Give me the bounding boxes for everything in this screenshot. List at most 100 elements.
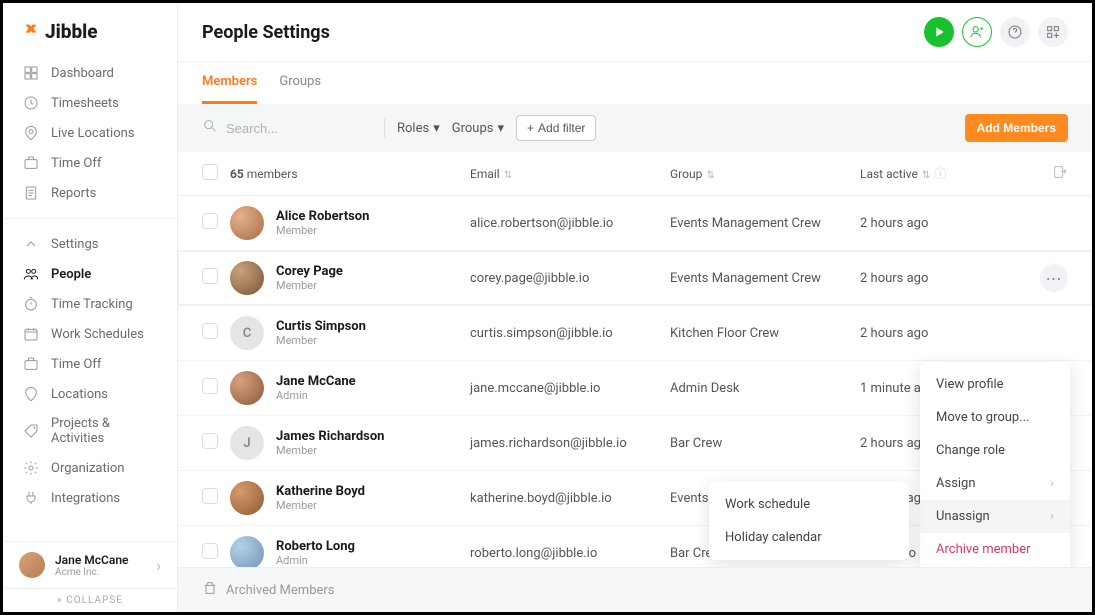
sidebar-item-time-tracking[interactable]: Time Tracking xyxy=(3,289,177,319)
groups-filter[interactable]: Groups ▾ xyxy=(452,121,504,136)
email-column-header[interactable]: Email⇅ xyxy=(470,167,670,181)
tab-groups[interactable]: Groups xyxy=(279,62,321,104)
member-email: curtis.simpson@jibble.io xyxy=(470,326,670,341)
sort-icon: ⇅ xyxy=(504,170,512,181)
roles-filter[interactable]: Roles ▾ xyxy=(397,121,440,136)
sidebar-item-live-locations[interactable]: Live Locations xyxy=(3,118,177,148)
search-box[interactable] xyxy=(202,118,372,138)
row-checkbox[interactable] xyxy=(202,378,218,394)
select-all-checkbox[interactable] xyxy=(202,164,218,180)
member-email: jane.mccane@jibble.io xyxy=(470,381,670,396)
member-email: corey.page@jibble.io xyxy=(470,271,670,286)
submenu-work-schedule[interactable]: Work schedule xyxy=(709,488,909,521)
member-group: Events Management Crew xyxy=(670,216,860,231)
row-more-button[interactable]: ⋯ xyxy=(1040,264,1068,292)
tabs: Members Groups xyxy=(178,61,1092,104)
nav-label: Live Locations xyxy=(51,126,135,141)
page-title: People Settings xyxy=(202,22,916,43)
add-user-button[interactable] xyxy=(962,17,992,47)
briefcase-icon xyxy=(23,356,39,372)
main-content: People Settings Members Groups xyxy=(178,3,1092,612)
chevron-right-icon: › xyxy=(1050,509,1054,524)
member-role: Admin xyxy=(276,554,355,567)
add-members-button[interactable]: Add Members xyxy=(965,114,1068,142)
sidebar-item-organization[interactable]: Organization xyxy=(3,453,177,483)
avatar xyxy=(230,371,264,405)
sidebar-item-locations[interactable]: Locations xyxy=(3,379,177,409)
sidebar-item-time-off[interactable]: Time Off xyxy=(3,148,177,178)
chevron-right-icon: › xyxy=(1050,476,1054,491)
row-checkbox[interactable] xyxy=(202,268,218,284)
nav: Dashboard Timesheets Live Locations Time… xyxy=(3,54,177,541)
brand-name: Jibble xyxy=(45,20,98,43)
row-checkbox[interactable] xyxy=(202,213,218,229)
last-active-column-header[interactable]: Last active⇅ⓘ xyxy=(860,165,1024,182)
pin-icon xyxy=(23,386,39,402)
member-group: Kitchen Floor Crew xyxy=(670,326,860,341)
logo[interactable]: Jibble xyxy=(3,3,177,54)
sidebar-item-time-off-settings[interactable]: Time Off xyxy=(3,349,177,379)
nav-label: Time Off xyxy=(51,156,101,171)
apps-button[interactable] xyxy=(1038,17,1068,47)
group-column-header[interactable]: Group⇅ xyxy=(670,167,860,181)
nav-label: Dashboard xyxy=(51,66,114,81)
archived-label: Archived Members xyxy=(226,583,335,598)
collapse-sidebar-button[interactable]: « COLLAPSE xyxy=(3,588,177,612)
sidebar-item-integrations[interactable]: Integrations xyxy=(3,483,177,513)
help-button[interactable] xyxy=(1000,17,1030,47)
info-icon[interactable]: ⓘ xyxy=(934,167,946,181)
collapse-label: COLLAPSE xyxy=(66,595,123,606)
stopwatch-icon xyxy=(23,296,39,312)
table-row[interactable]: Alice RobertsonMemberalice.robertson@jib… xyxy=(178,196,1092,251)
unassign-submenu: Work schedule Holiday calendar xyxy=(709,482,909,560)
sidebar-item-people[interactable]: People xyxy=(3,259,177,289)
menu-change-role[interactable]: Change role xyxy=(920,434,1070,467)
sidebar-item-dashboard[interactable]: Dashboard xyxy=(3,58,177,88)
member-role: Member xyxy=(276,334,366,347)
table-row[interactable]: CCurtis SimpsonMembercurtis.simpson@jibb… xyxy=(178,306,1092,361)
sidebar-item-work-schedules[interactable]: Work Schedules xyxy=(3,319,177,349)
row-checkbox[interactable] xyxy=(202,488,218,504)
caret-down-icon: ▾ xyxy=(433,121,440,136)
sidebar-item-projects-activities[interactable]: Projects & Activities xyxy=(3,409,177,453)
avatar xyxy=(230,261,264,295)
menu-move-to-group[interactable]: Move to group... xyxy=(920,401,1070,434)
nav-label: Work Schedules xyxy=(51,327,144,342)
menu-archive-member[interactable]: Archive member xyxy=(920,533,1070,566)
archived-members-section[interactable]: Archived Members xyxy=(178,567,1092,612)
submenu-holiday-calendar[interactable]: Holiday calendar xyxy=(709,521,909,554)
tab-members[interactable]: Members xyxy=(202,62,257,104)
search-input[interactable] xyxy=(226,121,372,136)
menu-view-profile[interactable]: View profile xyxy=(920,368,1070,401)
menu-unassign[interactable]: Unassign› xyxy=(920,500,1070,533)
collapse-icon: « xyxy=(57,595,63,606)
sidebar-item-settings[interactable]: Settings xyxy=(3,229,177,259)
profile-switcher[interactable]: Jane McCane Acme Inc. › xyxy=(3,541,177,588)
table-header: 65 members Email⇅ Group⇅ Last active⇅ⓘ xyxy=(178,152,1092,196)
row-checkbox[interactable] xyxy=(202,543,218,559)
avatar xyxy=(230,536,264,567)
archive-icon xyxy=(202,580,218,600)
add-filter-button[interactable]: + Add filter xyxy=(516,115,596,141)
people-icon xyxy=(23,266,39,282)
row-checkbox[interactable] xyxy=(202,433,218,449)
member-name: Katherine Boyd xyxy=(276,484,365,499)
nav-label: Reports xyxy=(51,186,96,201)
menu-assign[interactable]: Assign› xyxy=(920,467,1070,500)
gear-icon xyxy=(23,460,39,476)
nav-label: Time Off xyxy=(51,357,101,372)
logo-mark-icon xyxy=(23,19,39,44)
row-checkbox[interactable] xyxy=(202,323,218,339)
toolbar: Roles ▾ Groups ▾ + Add filter Add Member… xyxy=(178,104,1092,152)
sidebar-item-reports[interactable]: Reports xyxy=(3,178,177,208)
member-email: roberto.long@jibble.io xyxy=(470,546,670,561)
avatar xyxy=(230,481,264,515)
member-name: Alice Robertson xyxy=(276,209,369,224)
play-button[interactable] xyxy=(924,17,954,47)
export-icon[interactable] xyxy=(1052,164,1068,183)
member-name: Corey Page xyxy=(276,264,343,279)
avatar xyxy=(230,206,264,240)
sidebar-item-timesheets[interactable]: Timesheets xyxy=(3,88,177,118)
member-name: James Richardson xyxy=(276,429,384,444)
table-row[interactable]: Corey PageMembercorey.page@jibble.ioEven… xyxy=(178,251,1092,306)
